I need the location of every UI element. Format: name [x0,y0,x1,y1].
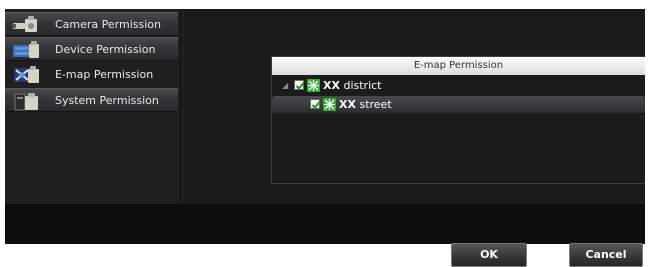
panel-title: E-map Permission [272,57,645,75]
sidebar-item-label: Device Permission [55,43,156,56]
permission-window: Camera Permission Device Permission E-ma… [5,9,645,244]
sidebar-item-label: Camera Permission [55,18,161,31]
device-icon [12,40,40,60]
sidebar-item-label: System Permission [55,94,159,107]
emap-icon [12,65,40,85]
street-label: XX street [339,98,392,111]
button-bar [5,204,645,244]
expand-arrow-icon[interactable]: ◢ [282,77,288,94]
sidebar: Camera Permission Device Permission E-ma… [5,9,180,204]
system-icon [12,91,40,111]
tree-row-street[interactable]: XX street [272,96,645,113]
district-checkbox[interactable] [294,80,305,90]
sidebar-item-camera-permission[interactable]: Camera Permission [5,12,178,36]
emap-permission-panel: E-map Permission ◢ XX district XX street [271,56,645,184]
emap-node-icon [323,98,336,111]
district-label: XX district [323,79,382,92]
sidebar-item-emap-permission[interactable]: E-map Permission [5,63,178,87]
sidebar-item-label: E-map Permission [55,68,154,81]
street-checkbox[interactable] [310,99,321,109]
sidebar-item-system-permission[interactable]: System Permission [5,88,178,112]
sidebar-item-device-permission[interactable]: Device Permission [5,37,178,61]
camera-icon [12,15,40,35]
tree-row-district[interactable]: ◢ XX district [272,77,645,94]
ok-button[interactable]: OK [451,243,527,267]
cancel-button[interactable]: Cancel [569,243,643,267]
emap-node-icon [307,79,320,92]
